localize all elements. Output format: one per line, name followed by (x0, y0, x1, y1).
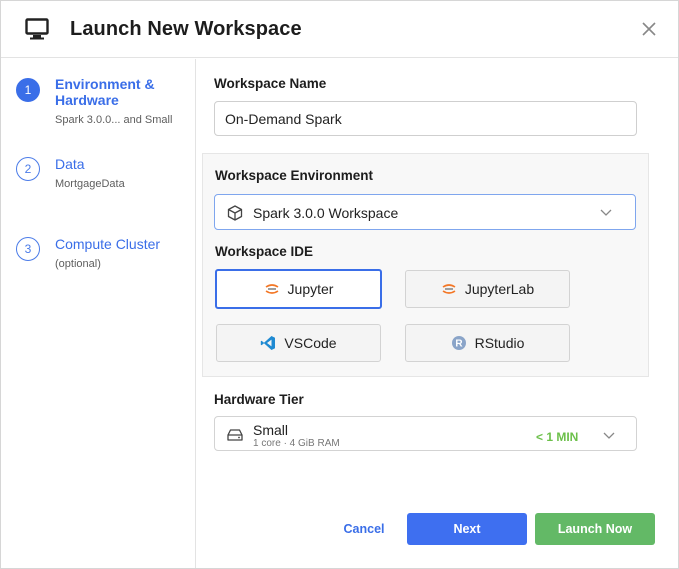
step-title: Compute Cluster (55, 236, 161, 252)
step-number: 1 (16, 78, 40, 102)
environment-select[interactable]: Spark 3.0.0 Workspace (214, 194, 636, 230)
cancel-button[interactable]: Cancel (334, 513, 394, 545)
step-subtitle: (optional) (55, 258, 101, 270)
jupyter-icon (265, 284, 278, 294)
svg-text:R: R (455, 339, 463, 350)
hard-drive-icon (227, 429, 243, 441)
ide-option-rstudio[interactable]: R RStudio (405, 324, 570, 362)
ide-option-jupyter[interactable]: Jupyter (215, 269, 382, 309)
startup-time-badge: < 1 MIN (536, 430, 579, 444)
next-button[interactable]: Next (407, 513, 527, 545)
dialog-header: Launch New Workspace (1, 1, 678, 58)
workspace-name-label: Workspace Name (214, 76, 327, 91)
ide-option-label: VSCode (284, 335, 337, 351)
hardware-tier-name: Small (253, 422, 289, 438)
step-number: 3 (16, 237, 40, 261)
step-subtitle: MortgageData (55, 178, 125, 190)
hardware-tier-spec: 1 core · 4 GiB RAM (253, 438, 340, 449)
environment-value: Spark 3.0.0 Workspace (253, 205, 399, 221)
jupyterlab-icon (442, 284, 456, 294)
cube-icon (227, 205, 243, 221)
step-number: 2 (16, 157, 40, 181)
ide-option-label: RStudio (474, 335, 525, 351)
chevron-down-icon (603, 432, 615, 439)
dialog-title: Launch New Workspace (70, 18, 302, 40)
step-title: Environment & Hardware (55, 76, 155, 108)
hardware-tier-select[interactable]: Small 1 core · 4 GiB RAM < 1 MIN (214, 416, 637, 451)
launch-workspace-dialog: Launch New Workspace 1 Environment & Har… (0, 0, 679, 569)
vscode-icon (261, 336, 276, 350)
close-icon[interactable] (640, 20, 658, 38)
step-title: Data (55, 156, 85, 172)
ide-option-jupyterlab[interactable]: JupyterLab (405, 270, 570, 308)
workspace-name-input[interactable] (214, 101, 637, 136)
ide-option-label: JupyterLab (464, 281, 535, 297)
wizard-steps: 1 Environment & Hardware Spark 3.0.0... … (1, 59, 196, 568)
rstudio-icon: R (451, 336, 466, 350)
step-subtitle: Spark 3.0.0... and Small (55, 114, 173, 126)
ide-option-label: Jupyter (287, 281, 334, 297)
hardware-tier-label: Hardware Tier (214, 392, 304, 407)
environment-label: Workspace Environment (215, 168, 374, 183)
launch-now-button[interactable]: Launch Now (535, 513, 655, 545)
ide-option-vscode[interactable]: VSCode (216, 324, 381, 362)
chevron-down-icon (600, 209, 612, 216)
monitor-icon (25, 18, 49, 40)
ide-label: Workspace IDE (215, 244, 314, 259)
